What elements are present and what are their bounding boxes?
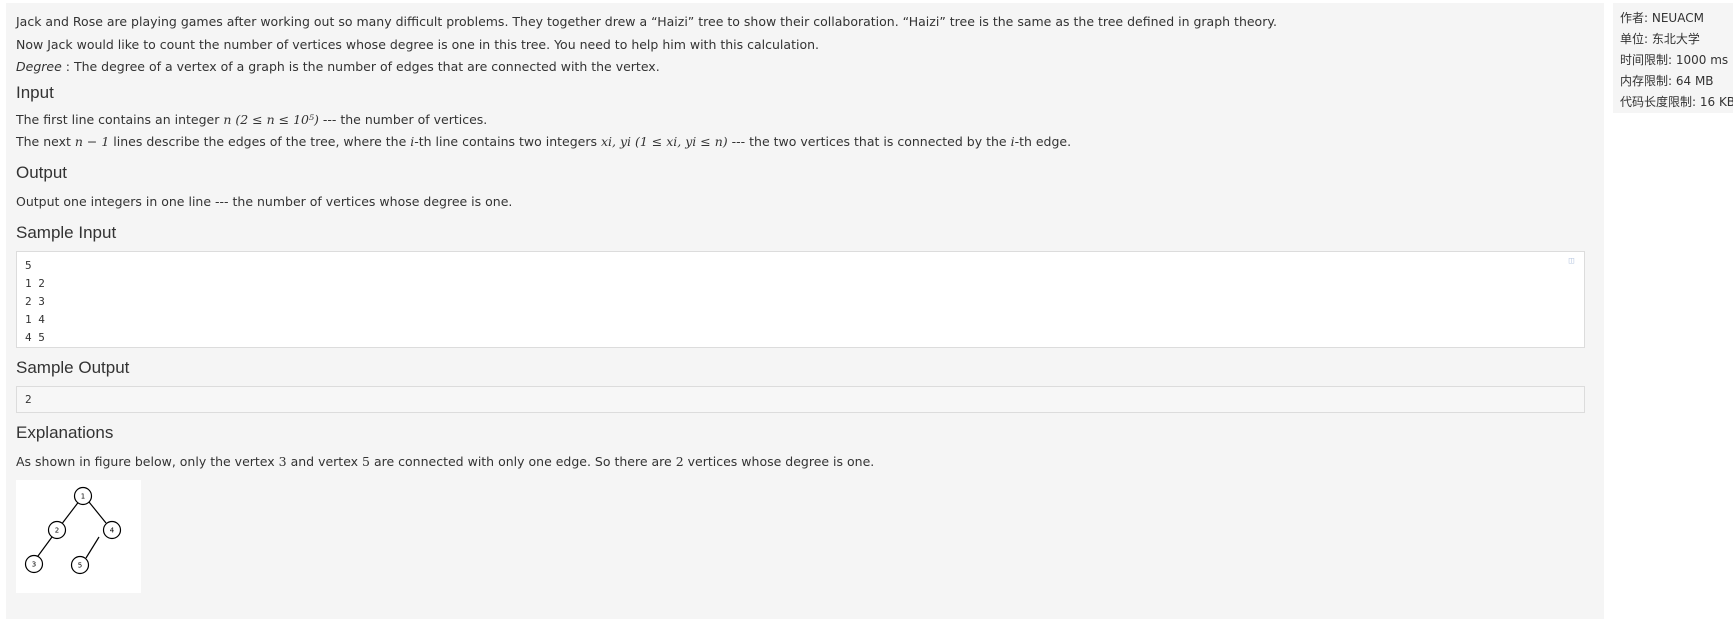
tree-node-label: 1 [81, 492, 85, 500]
intro-line-1: Jack and Rose are playing games after wo… [16, 14, 1277, 29]
sample-output-heading: Sample Output [16, 358, 130, 377]
explanations-heading: Explanations [16, 423, 114, 442]
explanation-math-3: 2 [675, 454, 684, 469]
input-line-2-text-a: The next [16, 134, 75, 149]
sample-output-box[interactable]: 2 [16, 386, 1585, 413]
output-text: Output one integers in one line --- the … [16, 193, 513, 209]
tree-node-label: 4 [110, 526, 115, 534]
unit-info: 单位: 东北大学 [1620, 32, 1700, 46]
tree-node-label: 5 [78, 561, 82, 569]
degree-text: : The degree of a vertex of a graph is t… [61, 59, 660, 74]
input-heading: Input [16, 82, 54, 102]
input-line-2-text-d: --- the two vertices that is connected b… [727, 134, 1011, 149]
tree-node-label: 2 [55, 526, 59, 534]
problem-info-sidebar: 作者: NEUACM 单位: 东北大学 时间限制: 1000 ms 内存限制: … [1613, 3, 1733, 113]
input-line-1-text-b: --- the number of vertices. [318, 111, 488, 127]
explanation-text-d: vertices whose degree is one. [683, 454, 875, 469]
input-line-1: The first line contains an integer n (2 … [16, 109, 1594, 132]
tree-edge [37, 536, 53, 556]
tree-node-label: 3 [32, 560, 36, 568]
input-line-1-text-a: The first line contains an integer [16, 111, 224, 127]
memory-limit-info: 内存限制: 64 MB [1620, 74, 1714, 88]
explanation-text-b: and vertex [286, 454, 363, 469]
explanation-math-2: 5 [362, 454, 370, 469]
input-line-2-text-c: -th line contains two integers [414, 134, 601, 149]
sample-input-line: 5 [25, 259, 32, 272]
input-line-2: The next n − 1 lines describe the edges … [16, 131, 1594, 154]
degree-definition: Degree : The degree of a vertex of a gra… [16, 56, 1594, 79]
code-length-limit-info: 代码长度限制: 16 KB [1620, 95, 1733, 109]
sample-input-line: 4 5 [25, 331, 45, 344]
input-line-2-math-1: n − 1 [74, 134, 110, 149]
problem-panel: Jack and Rose are playing games after wo… [6, 3, 1604, 619]
tree-edge [85, 536, 100, 558]
tree-edge [88, 501, 107, 523]
input-line-2-text-b: lines describe the edges of the tree, wh… [109, 134, 411, 149]
sample-input-line: 1 2 [25, 277, 45, 290]
time-limit-info: 时间限制: 1000 ms [1620, 53, 1729, 67]
sample-input-line: 2 3 [25, 295, 45, 308]
output-heading: Output [16, 162, 68, 182]
tree-edge [62, 501, 79, 523]
explanation-text-c: are connected with only one edge. So the… [370, 454, 676, 469]
tree-figure: 1 2 4 3 5 [16, 479, 141, 593]
input-line-1-math: n (2 ≤ n ≤ 10⁵) [223, 111, 319, 127]
sample-input-line: 1 4 [25, 313, 45, 326]
intro-line-2: Now Jack would like to count the number … [16, 36, 819, 52]
sample-input-box[interactable]: 5 1 2 2 3 1 4 4 5 ◫ [16, 251, 1585, 348]
copy-icon[interactable]: ◫ [1567, 257, 1576, 266]
explanation-math-1: 3 [278, 454, 287, 469]
sample-input-heading: Sample Input [16, 223, 117, 242]
degree-term: Degree [16, 59, 62, 74]
explanation-text-a: As shown in figure below, only the verte… [16, 454, 279, 469]
sample-output-line: 2 [25, 393, 32, 406]
tree-diagram: 1 2 4 3 5 [24, 486, 122, 574]
author-info: 作者: NEUACM [1620, 11, 1704, 25]
input-line-2-math-3: xi, yi (1 ≤ xi, yi ≤ n) [600, 134, 728, 149]
input-line-2-text-e: -th edge. [1014, 134, 1072, 149]
explanation-text: As shown in figure below, only the verte… [16, 451, 1594, 474]
